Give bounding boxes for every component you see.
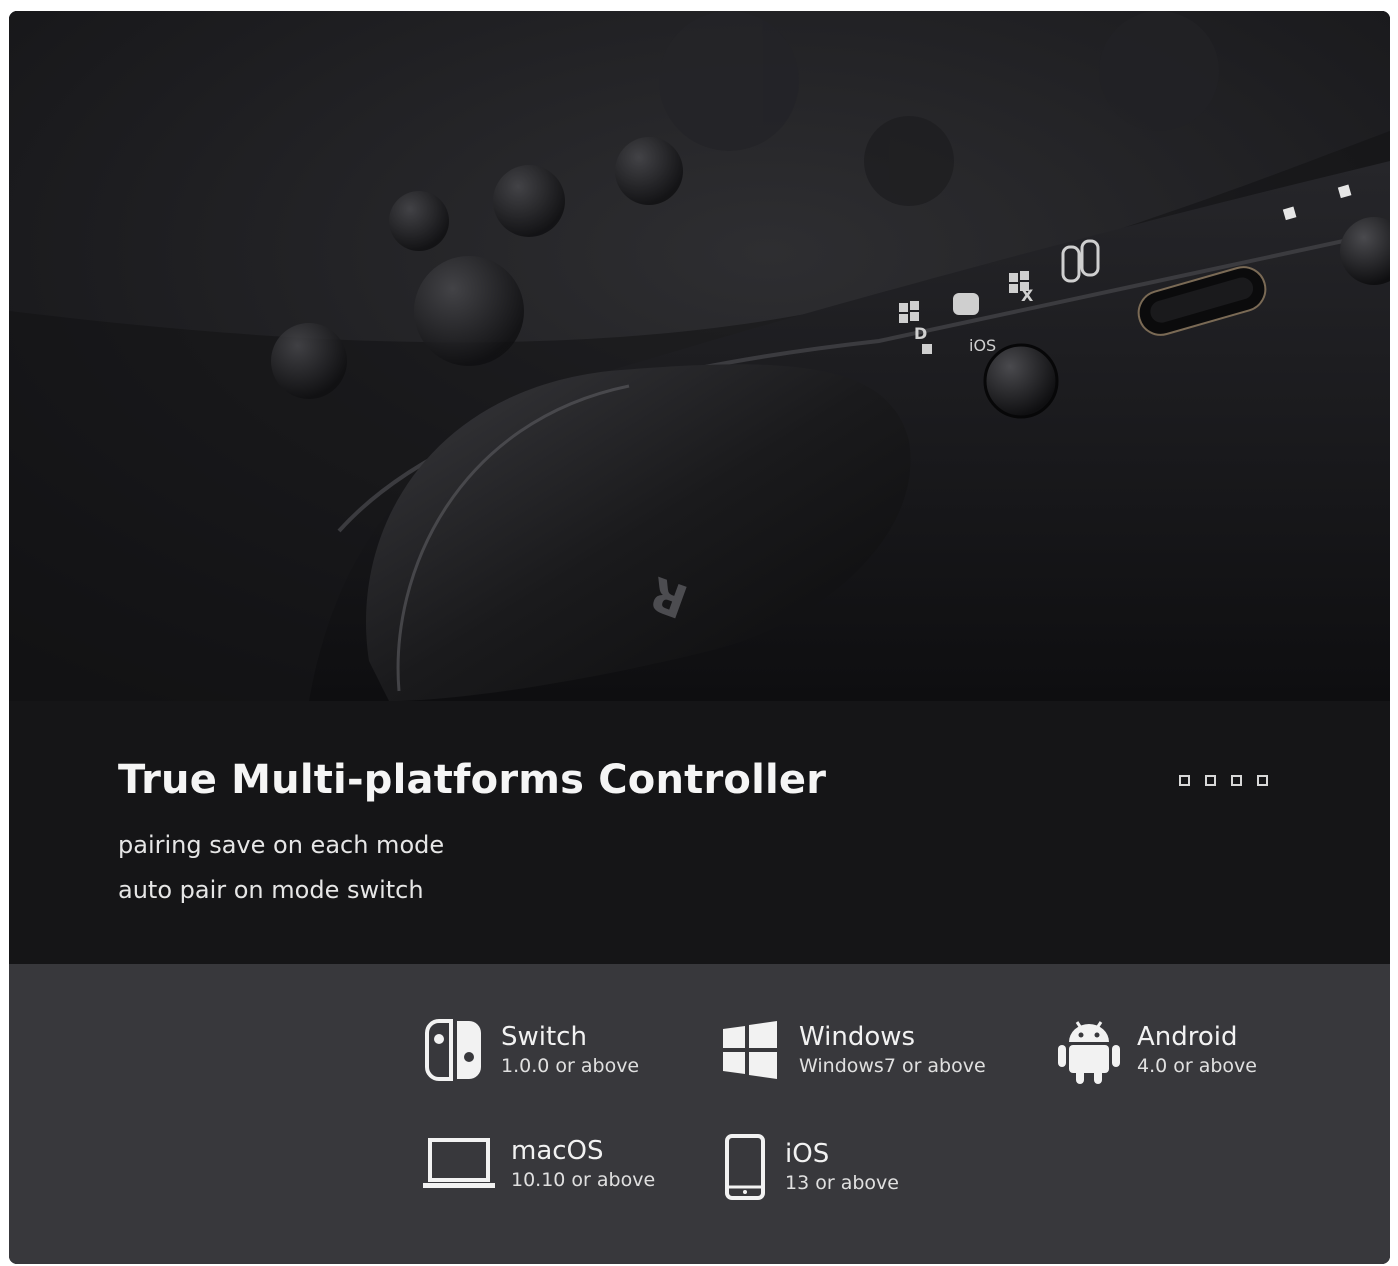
slide-dot[interactable] xyxy=(1231,775,1242,786)
controller-photo: D iOS X R xyxy=(9,11,1390,701)
platform-switch: Switch 1.0.0 or above xyxy=(421,1017,639,1083)
controller-illustration: D iOS X R xyxy=(9,11,1390,701)
platform-macos: macOS 10.10 or above xyxy=(421,1134,655,1194)
platform-name: iOS xyxy=(785,1139,830,1169)
platform-version: 10.10 or above xyxy=(511,1169,656,1191)
android-icon xyxy=(1055,1014,1123,1086)
platform-name: Switch xyxy=(501,1022,587,1052)
phone-icon xyxy=(719,1134,771,1200)
platform-ios: iOS 13 or above xyxy=(719,1134,899,1200)
slide-dot[interactable] xyxy=(1257,775,1268,786)
slide-dot[interactable] xyxy=(1205,775,1216,786)
product-banner: D iOS X R True Multi-platforms Controlle… xyxy=(9,11,1390,1264)
mode-label-d: D xyxy=(914,324,927,343)
laptop-icon xyxy=(421,1134,497,1194)
platform-version: 1.0.0 or above xyxy=(501,1055,640,1077)
hero-subtitle-line: auto pair on mode switch xyxy=(118,876,424,904)
platform-name: Windows xyxy=(799,1022,916,1052)
platform-android: Android 4.0 or above xyxy=(1055,1014,1257,1086)
platform-name: Android xyxy=(1137,1022,1238,1052)
hero-section: True Multi-platforms Controller pairing … xyxy=(9,701,1390,964)
slide-indicator xyxy=(1179,775,1268,786)
platform-version: Windows7 or above xyxy=(799,1055,986,1077)
mode-label-x: X xyxy=(1021,286,1034,305)
mode-label-ios: iOS xyxy=(969,336,996,355)
hero-title: True Multi-platforms Controller xyxy=(118,757,827,803)
platform-name: macOS xyxy=(511,1136,604,1166)
switch-icon xyxy=(421,1017,487,1083)
platforms-section: Switch 1.0.0 or above Windows Windows7 o… xyxy=(9,964,1390,1264)
platform-version: 4.0 or above xyxy=(1137,1055,1257,1077)
platform-version: 13 or above xyxy=(785,1172,899,1194)
hero-subtitle-line: pairing save on each mode xyxy=(118,831,445,859)
platform-windows: Windows Windows7 or above xyxy=(715,1017,986,1083)
windows-icon xyxy=(715,1017,785,1083)
slide-dot[interactable] xyxy=(1179,775,1190,786)
